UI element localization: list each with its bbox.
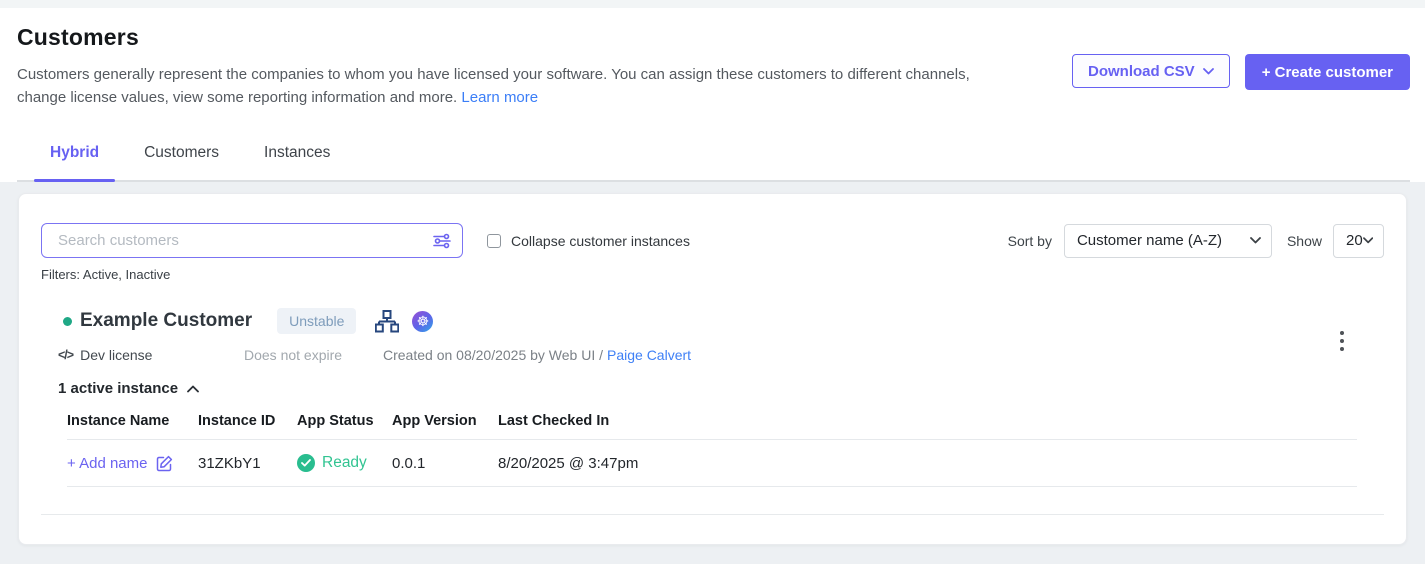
customers-card: Collapse customer instances Sort by Cust… xyxy=(18,193,1407,545)
col-app-version: App Version xyxy=(392,413,498,429)
add-name-link[interactable]: + Add name xyxy=(67,455,147,472)
chevron-down-icon xyxy=(1363,237,1373,244)
tab-customers[interactable]: Customers xyxy=(144,144,219,180)
customer-name[interactable]: Example Customer xyxy=(80,310,252,332)
instances-table: Instance Name Instance ID App Status App… xyxy=(67,413,1357,487)
instance-row: + Add name 31ZKbY1 Read xyxy=(67,440,1357,487)
created-text: Created on 08/20/2025 by Web UI / xyxy=(383,347,603,363)
code-icon: </> xyxy=(58,348,73,362)
col-last-checked-in: Last Checked In xyxy=(498,413,1357,429)
page-header: Customers Customers generally represent … xyxy=(0,8,1425,182)
license-row: </> Dev license Does not expire Created … xyxy=(58,347,1406,363)
sitemap-icon xyxy=(375,310,399,333)
sort-by-value: Customer name (A-Z) xyxy=(1077,232,1222,249)
col-app-status: App Status xyxy=(297,413,392,429)
search-input[interactable] xyxy=(41,223,463,258)
sort-by-label: Sort by xyxy=(1008,233,1052,249)
app-status-cell: Ready xyxy=(297,454,392,472)
show-label: Show xyxy=(1287,233,1322,249)
card-toolbar: Collapse customer instances Sort by Cust… xyxy=(19,194,1406,258)
customer-divider xyxy=(41,514,1384,515)
content-area: Collapse customer instances Sort by Cust… xyxy=(0,182,1425,564)
license-expiry: Does not expire xyxy=(244,347,383,363)
instance-name-cell: + Add name xyxy=(67,455,198,472)
created-info: Created on 08/20/2025 by Web UI /Paige C… xyxy=(383,347,691,363)
filter-sliders-icon[interactable] xyxy=(432,231,452,251)
col-instance-id: Instance ID xyxy=(198,413,297,429)
top-strip xyxy=(0,0,1425,8)
chevron-up-icon xyxy=(187,385,199,393)
active-filters-text: Filters: Active, Inactive xyxy=(41,267,1406,282)
app-status-text: Ready xyxy=(322,454,367,472)
last-checked-in-cell: 8/20/2025 @ 3:47pm xyxy=(498,455,1357,472)
tab-hybrid[interactable]: Hybrid xyxy=(50,144,99,180)
customer-header-row: Example Customer Unstable ☸ xyxy=(63,308,1406,334)
created-by-link[interactable]: Paige Calvert xyxy=(607,347,691,363)
page-title: Customers xyxy=(17,24,1410,51)
instances-summary-label: 1 active instance xyxy=(58,380,178,397)
search-wrap xyxy=(41,223,463,258)
sort-show-controls: Sort by Customer name (A-Z) Show 20 xyxy=(1008,224,1384,258)
edit-icon[interactable] xyxy=(156,455,173,472)
channel-badge: Unstable xyxy=(277,308,356,334)
tab-bar: Hybrid Customers Instances xyxy=(17,144,1410,182)
license-type-label: Dev license xyxy=(80,347,152,363)
tab-instances[interactable]: Instances xyxy=(264,144,330,180)
chevron-down-icon xyxy=(1203,68,1214,75)
sort-by-select[interactable]: Customer name (A-Z) xyxy=(1064,224,1272,258)
collapse-instances-label: Collapse customer instances xyxy=(511,233,690,249)
create-customer-button[interactable]: + Create customer xyxy=(1245,54,1410,90)
license-type: </> Dev license xyxy=(58,347,244,363)
instance-id-cell: 31ZKbY1 xyxy=(198,455,297,472)
download-csv-label: Download CSV xyxy=(1088,63,1195,80)
app-version-cell: 0.0.1 xyxy=(392,455,498,472)
instances-table-header: Instance Name Instance ID App Status App… xyxy=(67,413,1357,440)
instances-summary-toggle[interactable]: 1 active instance xyxy=(58,380,1406,397)
chevron-down-icon xyxy=(1250,237,1261,244)
show-value: 20 xyxy=(1346,232,1363,249)
download-csv-button[interactable]: Download CSV xyxy=(1072,54,1230,88)
create-customer-label: + Create customer xyxy=(1262,64,1393,81)
col-instance-name: Instance Name xyxy=(67,413,198,429)
kubernetes-icon: ☸ xyxy=(412,311,433,332)
page-description: Customers generally represent the compan… xyxy=(17,64,977,109)
show-select[interactable]: 20 xyxy=(1333,224,1384,258)
check-circle-icon xyxy=(297,454,315,472)
customer-kebab-menu[interactable] xyxy=(1336,327,1348,355)
collapse-instances-checkbox[interactable] xyxy=(487,234,501,248)
collapse-instances-group: Collapse customer instances xyxy=(487,233,690,249)
customer-status-dot xyxy=(63,317,72,326)
learn-more-link[interactable]: Learn more xyxy=(461,89,538,106)
header-actions: Download CSV + Create customer xyxy=(1072,54,1410,90)
